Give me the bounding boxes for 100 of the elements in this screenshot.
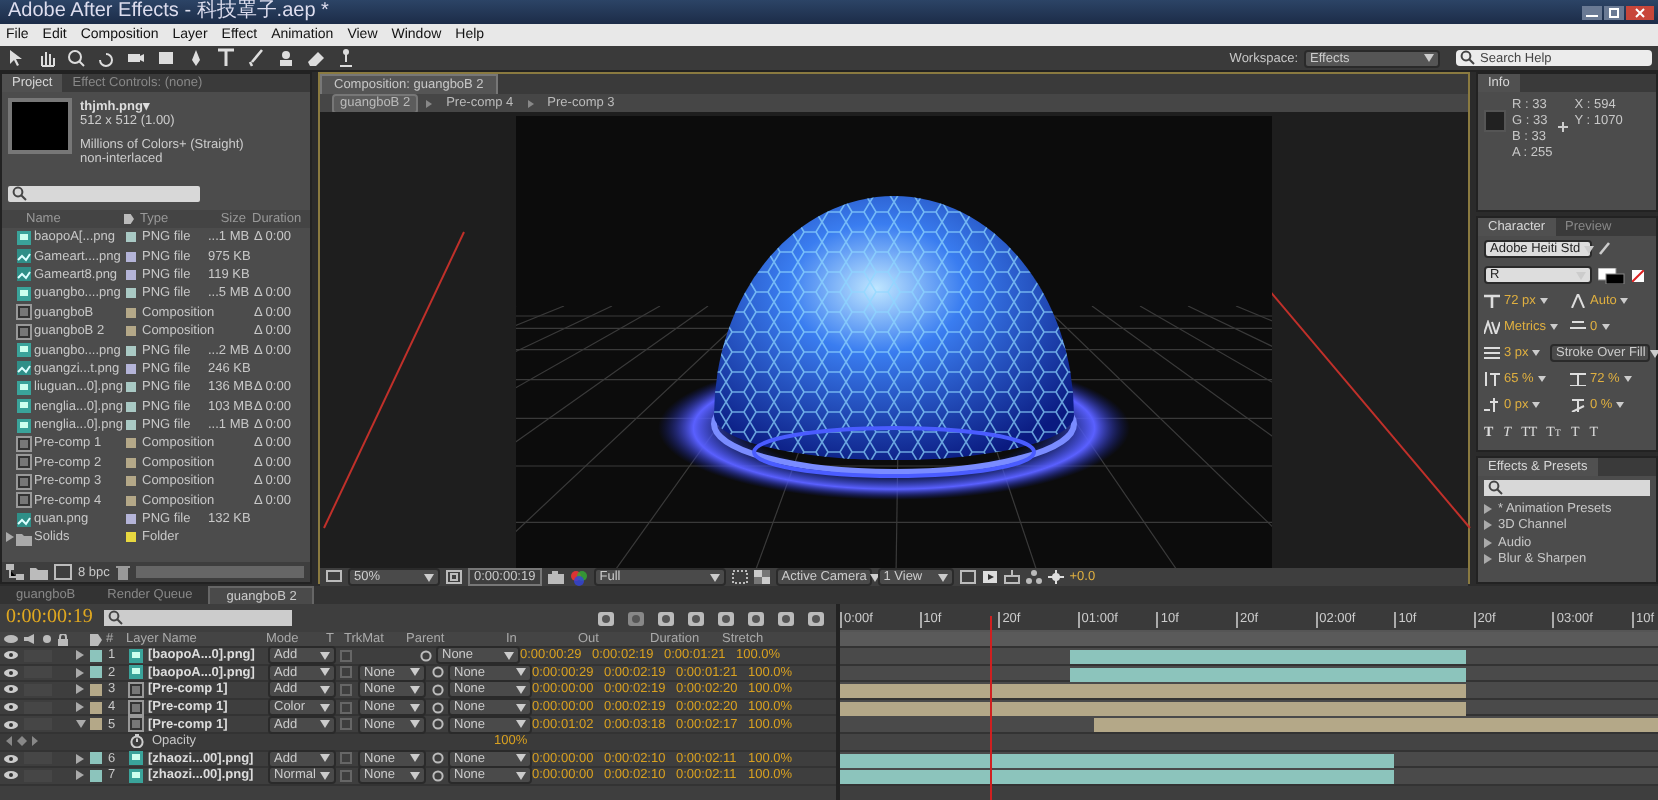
expand-arrow-icon[interactable] — [76, 684, 86, 695]
exposure-icon[interactable] — [1047, 570, 1064, 584]
footage-icon — [16, 229, 32, 246]
timeline-icon[interactable] — [1003, 570, 1020, 584]
footage-icon — [16, 285, 32, 302]
layer-search-field[interactable] — [104, 610, 293, 626]
speaker-icon[interactable] — [24, 634, 36, 644]
expand-arrow-icon[interactable] — [76, 770, 86, 781]
close-icon[interactable] — [1626, 5, 1654, 19]
minimize-icon[interactable] — [1582, 5, 1602, 19]
expand-arrow-icon[interactable] — [76, 667, 86, 678]
eye-icon[interactable] — [4, 667, 18, 678]
layer-duration-bar[interactable] — [1093, 718, 1658, 733]
caret-icon — [1584, 245, 1595, 253]
puppet-pin-icon[interactable] — [336, 48, 356, 68]
no-color-icon[interactable] — [1632, 269, 1644, 281]
expand-arrow-icon[interactable] — [76, 650, 86, 661]
eye-icon[interactable] — [4, 770, 18, 781]
layer-duration-bar[interactable] — [840, 701, 1466, 716]
image-icon — [16, 360, 32, 377]
rotate-icon[interactable] — [96, 48, 116, 68]
caret-icon[interactable] — [1620, 298, 1629, 304]
caret-icon[interactable] — [1616, 402, 1625, 408]
eyedropper-icon[interactable] — [1598, 242, 1610, 256]
transparency-grid-icon[interactable] — [753, 570, 770, 584]
camera-icon[interactable] — [126, 48, 146, 68]
brush-icon[interactable] — [246, 48, 266, 68]
tracking-icon — [1570, 320, 1586, 334]
eye-icon[interactable] — [4, 684, 18, 695]
thumbnail-image — [8, 98, 72, 154]
preserve-transparency-checkbox[interactable] — [340, 769, 352, 782]
eye-icon[interactable] — [4, 702, 18, 713]
pixel-aspect-icon[interactable] — [959, 570, 976, 584]
preserve-transparency-checkbox[interactable] — [340, 666, 352, 679]
trash-icon[interactable] — [115, 564, 130, 580]
expand-arrow-icon[interactable] — [6, 532, 14, 543]
fill-stroke-swatch-icon[interactable] — [1598, 267, 1626, 283]
eye-icon[interactable] — [4, 634, 18, 644]
eye-icon[interactable] — [4, 719, 18, 730]
crosshair-icon — [1558, 122, 1569, 132]
caret-icon — [870, 573, 881, 581]
expand-arrow-icon[interactable] — [76, 719, 86, 730]
label-icon — [90, 633, 102, 645]
preserve-transparency-checkbox[interactable] — [340, 718, 352, 731]
caret-icon — [1424, 54, 1434, 62]
layer-duration-bar[interactable] — [840, 770, 1395, 785]
caret-icon[interactable] — [1601, 324, 1610, 330]
stopwatch-icon[interactable] — [130, 734, 144, 749]
search-icon — [12, 186, 28, 202]
text-tool-icon[interactable] — [216, 48, 236, 68]
preserve-transparency-checkbox[interactable] — [340, 752, 352, 765]
rectangle-icon[interactable] — [156, 48, 176, 68]
baseline-shift-icon — [1484, 398, 1500, 412]
horizontal-scrollbar[interactable] — [135, 566, 304, 578]
stamp-icon[interactable] — [276, 48, 296, 68]
caret-icon[interactable] — [1539, 298, 1548, 304]
rgb-channels-icon[interactable] — [569, 569, 588, 585]
caret-icon[interactable] — [1532, 402, 1541, 408]
text-style-button[interactable]: T — [1570, 423, 1580, 439]
caret-icon — [1576, 271, 1586, 279]
preserve-transparency-checkbox[interactable] — [340, 701, 352, 714]
caret-icon — [937, 573, 948, 581]
safe-area-icon[interactable] — [446, 570, 462, 584]
camera-icon[interactable] — [547, 570, 564, 584]
search-icon — [1488, 480, 1504, 496]
arrow-icon — [426, 99, 433, 107]
leading-icon — [1570, 294, 1586, 308]
vertical-scale-icon — [1484, 372, 1500, 386]
font-size-icon — [1484, 294, 1500, 308]
maximize-icon[interactable] — [1604, 5, 1624, 19]
monitor-icon[interactable] — [326, 570, 342, 584]
text-style-button[interactable]: T — [1589, 423, 1599, 439]
layer-duration-bar[interactable] — [1069, 667, 1466, 682]
preserve-transparency-checkbox[interactable] — [340, 649, 352, 662]
solo-icon[interactable] — [42, 634, 52, 644]
flowchart-icon[interactable] — [1025, 570, 1042, 584]
caret-icon[interactable] — [1623, 376, 1632, 382]
current-time-display[interactable]: 0:00:00:19 — [6, 606, 93, 630]
region-icon[interactable] — [731, 570, 748, 584]
lock-icon[interactable] — [58, 633, 68, 645]
zoom-icon[interactable] — [66, 48, 86, 68]
eye-icon[interactable] — [4, 753, 18, 764]
caret-icon[interactable] — [1537, 376, 1546, 382]
layer-duration-bar[interactable] — [840, 684, 1466, 699]
image-icon — [16, 511, 32, 528]
eye-icon[interactable] — [4, 650, 18, 661]
project-search-field[interactable] — [8, 186, 200, 202]
layer-duration-bar[interactable] — [840, 753, 1395, 768]
preserve-transparency-checkbox[interactable] — [340, 683, 352, 696]
effects-search-field[interactable] — [1484, 480, 1650, 496]
arrow-pointer-icon[interactable] — [6, 48, 26, 68]
fast-preview-icon[interactable] — [981, 570, 998, 584]
caret-icon[interactable] — [1549, 324, 1558, 330]
keyframe-navigator-icon[interactable] — [6, 736, 38, 747]
composition-icon[interactable] — [54, 564, 72, 580]
expand-arrow-icon[interactable] — [76, 702, 86, 713]
caret-icon[interactable] — [1532, 350, 1541, 356]
hand-icon[interactable] — [36, 48, 56, 68]
flowchart-icon[interactable] — [6, 564, 24, 580]
expand-arrow-icon[interactable] — [76, 753, 86, 764]
